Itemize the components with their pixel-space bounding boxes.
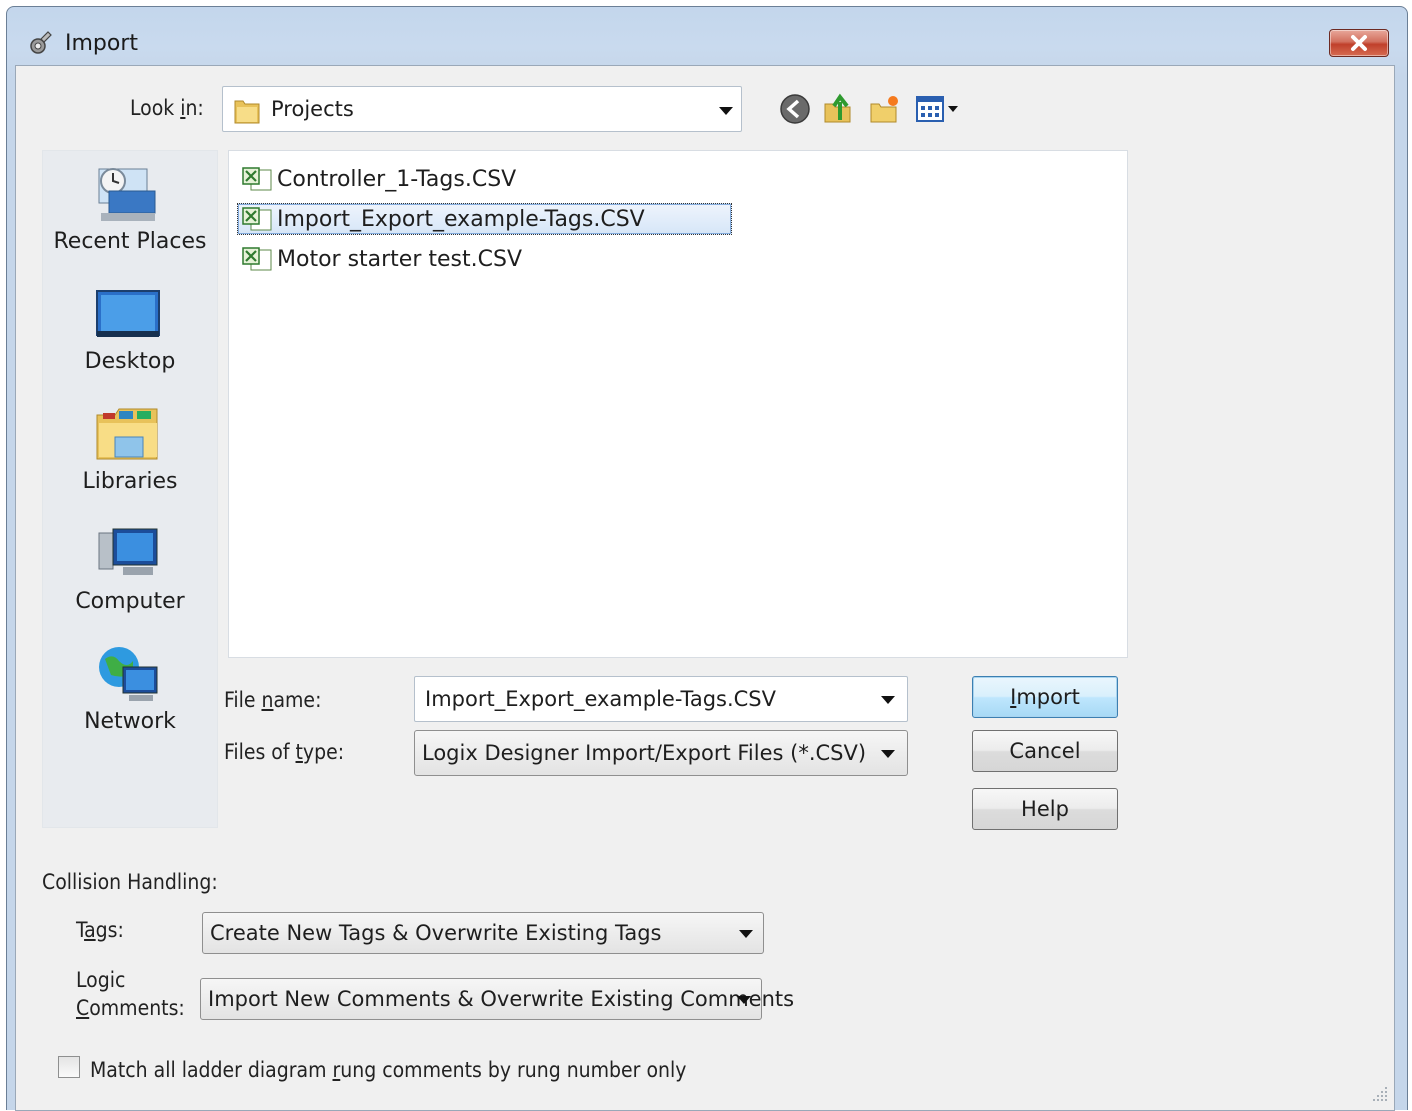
file-type-label: Files of type: [224, 740, 345, 764]
file-name-label: File name: [224, 688, 322, 712]
close-button[interactable] [1329, 29, 1389, 57]
chevron-down-icon [881, 750, 895, 758]
comments-label: Comments: [76, 996, 185, 1020]
file-item[interactable]: Controller_1-Tags.CSV [241, 163, 516, 195]
new-folder-icon[interactable] [868, 92, 902, 126]
look-in-combo[interactable]: Projects [222, 86, 742, 132]
chevron-down-icon[interactable] [719, 107, 733, 115]
import-button[interactable]: Import [972, 676, 1118, 718]
libraries-icon [96, 408, 158, 460]
file-name: Controller_1-Tags.CSV [277, 166, 517, 192]
up-folder-icon[interactable] [822, 92, 856, 126]
file-item-selected[interactable]: Import_Export_example-Tags.CSV [237, 203, 732, 235]
logic-comments-value: Import New Comments & Overwrite Existing… [208, 987, 795, 1011]
logic-label: Logic [76, 968, 126, 992]
back-icon[interactable] [778, 92, 812, 126]
place-label: Libraries [82, 469, 178, 494]
place-label: Recent Places [53, 229, 207, 254]
cancel-button-label: Cancel [1009, 739, 1081, 763]
tags-label: Tags: [76, 918, 124, 942]
collision-heading: Collision Handling: [42, 870, 218, 894]
file-type-select[interactable]: Logix Designer Import/Export Files (*.CS… [414, 730, 908, 776]
chevron-down-icon [737, 996, 751, 1004]
dialog-client-area: Look in: Projects Recent Places Desktop … [15, 65, 1395, 1111]
tags-collision-value: Create New Tags & Overwrite Existing Tag… [210, 921, 662, 945]
place-label: Desktop [84, 349, 176, 374]
csv-file-icon [242, 207, 272, 231]
tags-collision-select[interactable]: Create New Tags & Overwrite Existing Tag… [202, 912, 764, 954]
network-icon [99, 647, 158, 701]
import-app-icon [30, 31, 52, 54]
view-menu-icon[interactable] [914, 92, 964, 126]
chevron-down-icon[interactable] [881, 696, 895, 704]
file-name: Motor starter test.CSV [277, 246, 522, 272]
look-in-value: Projects [271, 97, 354, 121]
match-rung-checkbox[interactable] [58, 1056, 80, 1078]
file-list[interactable]: Controller_1-Tags.CSV Import_Export_exam… [228, 150, 1128, 658]
place-label: Computer [75, 589, 185, 614]
recent-places-icon [98, 168, 156, 221]
csv-file-icon [242, 167, 272, 191]
file-type-value: Logix Designer Import/Export Files (*.CS… [422, 741, 867, 765]
file-name: Import_Export_example-Tags.CSV [277, 206, 645, 232]
chevron-down-icon [739, 930, 753, 938]
close-icon [1351, 35, 1367, 51]
cancel-button[interactable]: Cancel [972, 730, 1118, 772]
import-dialog: Import Look in: Projects Recent Places D… [6, 6, 1408, 1111]
help-button-label: Help [1021, 797, 1069, 821]
computer-icon [98, 528, 158, 575]
folder-icon [234, 100, 260, 124]
help-button[interactable]: Help [972, 788, 1118, 830]
file-name-value: Import_Export_example-Tags.CSV [425, 687, 777, 711]
match-rung-label[interactable]: Match all ladder diagram rung comments b… [90, 1058, 686, 1082]
place-label: Network [84, 709, 176, 734]
desktop-icon [96, 290, 160, 337]
look-in-label: Look in: [130, 96, 204, 120]
logic-comments-select[interactable]: Import New Comments & Overwrite Existing… [200, 978, 794, 1020]
places-bar: Recent Places Desktop Libraries Computer… [42, 150, 218, 828]
import-button-label: Import [1010, 685, 1080, 709]
csv-file-icon [242, 247, 272, 271]
file-item[interactable]: Motor starter test.CSV [241, 243, 522, 275]
window-title: Import [65, 31, 139, 56]
resize-grip-icon[interactable] [1370, 1084, 1390, 1104]
title-bar[interactable]: Import [7, 7, 1407, 67]
file-name-input[interactable]: Import_Export_example-Tags.CSV [414, 676, 908, 722]
